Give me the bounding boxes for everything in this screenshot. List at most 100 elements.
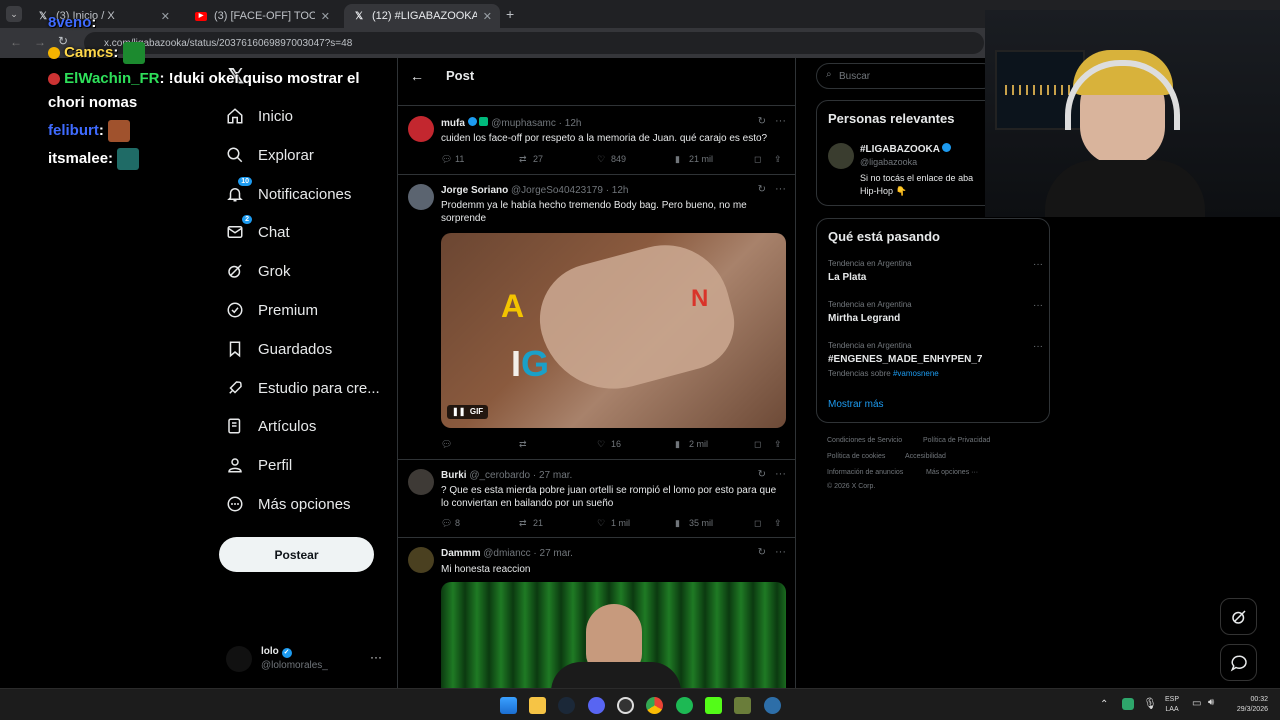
lang-primary: ESP (1165, 696, 1180, 703)
clock-date: 29/3/2026 (1236, 706, 1268, 713)
footer-link[interactable]: Condiciones de Servicio (827, 437, 902, 444)
discord-icon[interactable] (588, 697, 605, 714)
chrome-icon[interactable] (646, 697, 663, 714)
post-button[interactable]: Postear (219, 537, 374, 572)
trend-item[interactable]: Tendencia en Argentina Mirtha Legrand ··… (828, 300, 1043, 324)
nav-inicio[interactable]: Inicio (226, 102, 293, 130)
gif-letters: N (691, 285, 709, 312)
new-tab-icon[interactable]: + (506, 6, 514, 22)
bookmark-icon[interactable]: ◻ (754, 518, 761, 529)
reply-icon[interactable]: 💬︎ (441, 439, 452, 450)
reply-icon[interactable]: 💬︎ (441, 518, 452, 529)
account-switcher[interactable]: lolo ✓ @lolomorales_ ··· (226, 644, 386, 674)
app-icon[interactable] (764, 697, 781, 714)
nav-perfil[interactable]: Perfil (226, 451, 292, 479)
volume-icon[interactable]: 🔊︎ (1208, 697, 1214, 708)
search-input[interactable]: ⌕ Buscar (816, 63, 996, 89)
grok-icon[interactable]: ↻ (758, 116, 766, 127)
network-icon[interactable]: ▭ (1192, 698, 1201, 709)
back-icon[interactable]: ← (10, 35, 22, 49)
share-icon[interactable]: ⇪ (774, 154, 782, 165)
more-icon[interactable]: ··· (370, 650, 382, 664)
retweet-icon[interactable]: ⇄ (519, 518, 527, 529)
tab-youtube[interactable]: ▶ (3) [FACE-OFF] TOO YUGAN vs ✕ (186, 4, 338, 28)
trend-extra-link[interactable]: #vamosnene (893, 369, 939, 378)
tweet[interactable]: mufa @muphasamc · 12h ↻ ··· cuiden los f… (398, 108, 795, 175)
like-icon[interactable]: ♡ (597, 439, 605, 450)
more-icon[interactable]: ··· (1033, 259, 1043, 270)
close-icon[interactable]: ✕ (161, 10, 170, 23)
tweet[interactable]: Jorge Soriano @JorgeSo40423179 · 12h ↻ ·… (398, 176, 795, 460)
views-icon[interactable]: ▮ (675, 518, 680, 529)
retweet-icon[interactable]: ⇄ (519, 154, 527, 165)
nav-guardados[interactable]: Guardados (226, 335, 332, 363)
url-field[interactable]: x.com/ligabazooka/status/203761606989700… (84, 32, 984, 54)
more-icon[interactable]: ··· (775, 183, 786, 195)
grok-icon[interactable]: ↻ (758, 547, 766, 558)
nav-chat[interactable]: 2 Chat (226, 215, 290, 246)
chevron-up-icon[interactable]: ⌃ (1100, 699, 1108, 710)
tweet-time: · 12h (605, 185, 629, 196)
nav-label: Artículos (258, 417, 317, 435)
nav-premium[interactable]: Premium (226, 296, 318, 324)
show-more-link[interactable]: Mostrar más (828, 399, 884, 410)
more-icon[interactable]: ··· (775, 546, 786, 558)
close-icon[interactable]: ✕ (321, 10, 330, 23)
share-icon[interactable]: ⇪ (774, 439, 782, 450)
mic-icon[interactable]: 🎙︎ (1143, 697, 1157, 710)
like-icon[interactable]: ♡ (597, 154, 605, 165)
trend-item[interactable]: Tendencia en Argentina La Plata ··· (828, 259, 1043, 283)
nav-articulos[interactable]: Artículos (226, 412, 316, 440)
label-icon (479, 117, 489, 126)
nav-notificaciones[interactable]: 10 Notificaciones (226, 177, 351, 208)
footer-link[interactable]: Política de Privacidad (923, 437, 990, 444)
trend-item[interactable]: Tendencia en Argentina #ENGENES_MADE_ENH… (828, 341, 1043, 378)
clock[interactable]: 00:32 29/3/2026 (1226, 695, 1268, 715)
more-icon[interactable]: ··· (775, 468, 786, 480)
kick-icon[interactable] (705, 697, 722, 714)
retweet-icon[interactable]: ⇄ (519, 439, 527, 450)
views-icon[interactable]: ▮ (675, 439, 680, 450)
back-arrow-icon[interactable]: ← (410, 68, 424, 84)
tray-icon[interactable] (1122, 698, 1134, 710)
share-icon[interactable]: ⇪ (774, 518, 782, 529)
bookmark-icon[interactable]: ◻ (754, 439, 761, 450)
reply-icon[interactable]: 💬︎ (441, 154, 452, 165)
like-icon[interactable]: ♡ (597, 518, 605, 529)
nav-mas-opciones[interactable]: Más opciones (226, 490, 351, 518)
language-indicator[interactable]: ESP LAA (1165, 695, 1179, 715)
more-icon[interactable]: ··· (775, 115, 786, 127)
gif-badge[interactable]: ❚❚ GIF (447, 405, 489, 419)
grok-icon[interactable]: ↻ (758, 469, 766, 480)
footer-link[interactable]: Accesibilidad (905, 453, 946, 460)
footer-link[interactable]: Información de anuncios (827, 469, 903, 476)
more-icon[interactable]: ··· (1033, 341, 1043, 352)
nav-label: Chat (258, 223, 290, 241)
tab-ligabazooka[interactable]: 𝕏 (12) #LIGABAZOOKA en X: "¡N ✕ (344, 4, 500, 28)
tweet[interactable]: Dammm @dmiancc · 27 mar. ↻ ··· Mi honest… (398, 539, 795, 688)
app-icon[interactable] (734, 697, 751, 714)
steam-icon[interactable] (558, 697, 575, 714)
footer-link[interactable]: Más opciones ··· (926, 469, 978, 476)
more-icon[interactable]: ··· (1033, 300, 1043, 311)
windows-taskbar: ⌃ 🎙︎ ESP LAA ▭ 🔊︎ 00:32 29/3/2026 (0, 688, 1280, 720)
windows-start-icon[interactable] (500, 697, 517, 714)
messages-float-button[interactable] (1220, 644, 1257, 681)
tweet[interactable]: Burki @_cerobardo · 27 mar. ↻ ··· ? Que … (398, 461, 795, 538)
grok-icon[interactable]: ↻ (758, 184, 766, 195)
tweet-video[interactable] (441, 582, 786, 688)
obs-icon[interactable] (617, 697, 634, 714)
grok-float-button[interactable] (1220, 598, 1257, 635)
bookmark-icon[interactable]: ◻ (754, 154, 761, 165)
nav-estudio[interactable]: Estudio para cre... (226, 374, 380, 402)
nav-explorar[interactable]: Explorar (226, 141, 314, 169)
views-icon[interactable]: ▮ (675, 154, 680, 165)
footer-link[interactable]: Política de cookies (827, 453, 885, 460)
file-explorer-icon[interactable] (529, 697, 546, 714)
nav-grok[interactable]: Grok (226, 257, 291, 285)
tweet-gif[interactable]: A IG N ❚❚ GIF (441, 233, 786, 428)
tab-list-icon[interactable]: ⌄ (6, 6, 22, 22)
spotify-icon[interactable] (676, 697, 693, 714)
forward-icon[interactable]: → (34, 35, 46, 49)
close-icon[interactable]: ✕ (483, 10, 492, 23)
